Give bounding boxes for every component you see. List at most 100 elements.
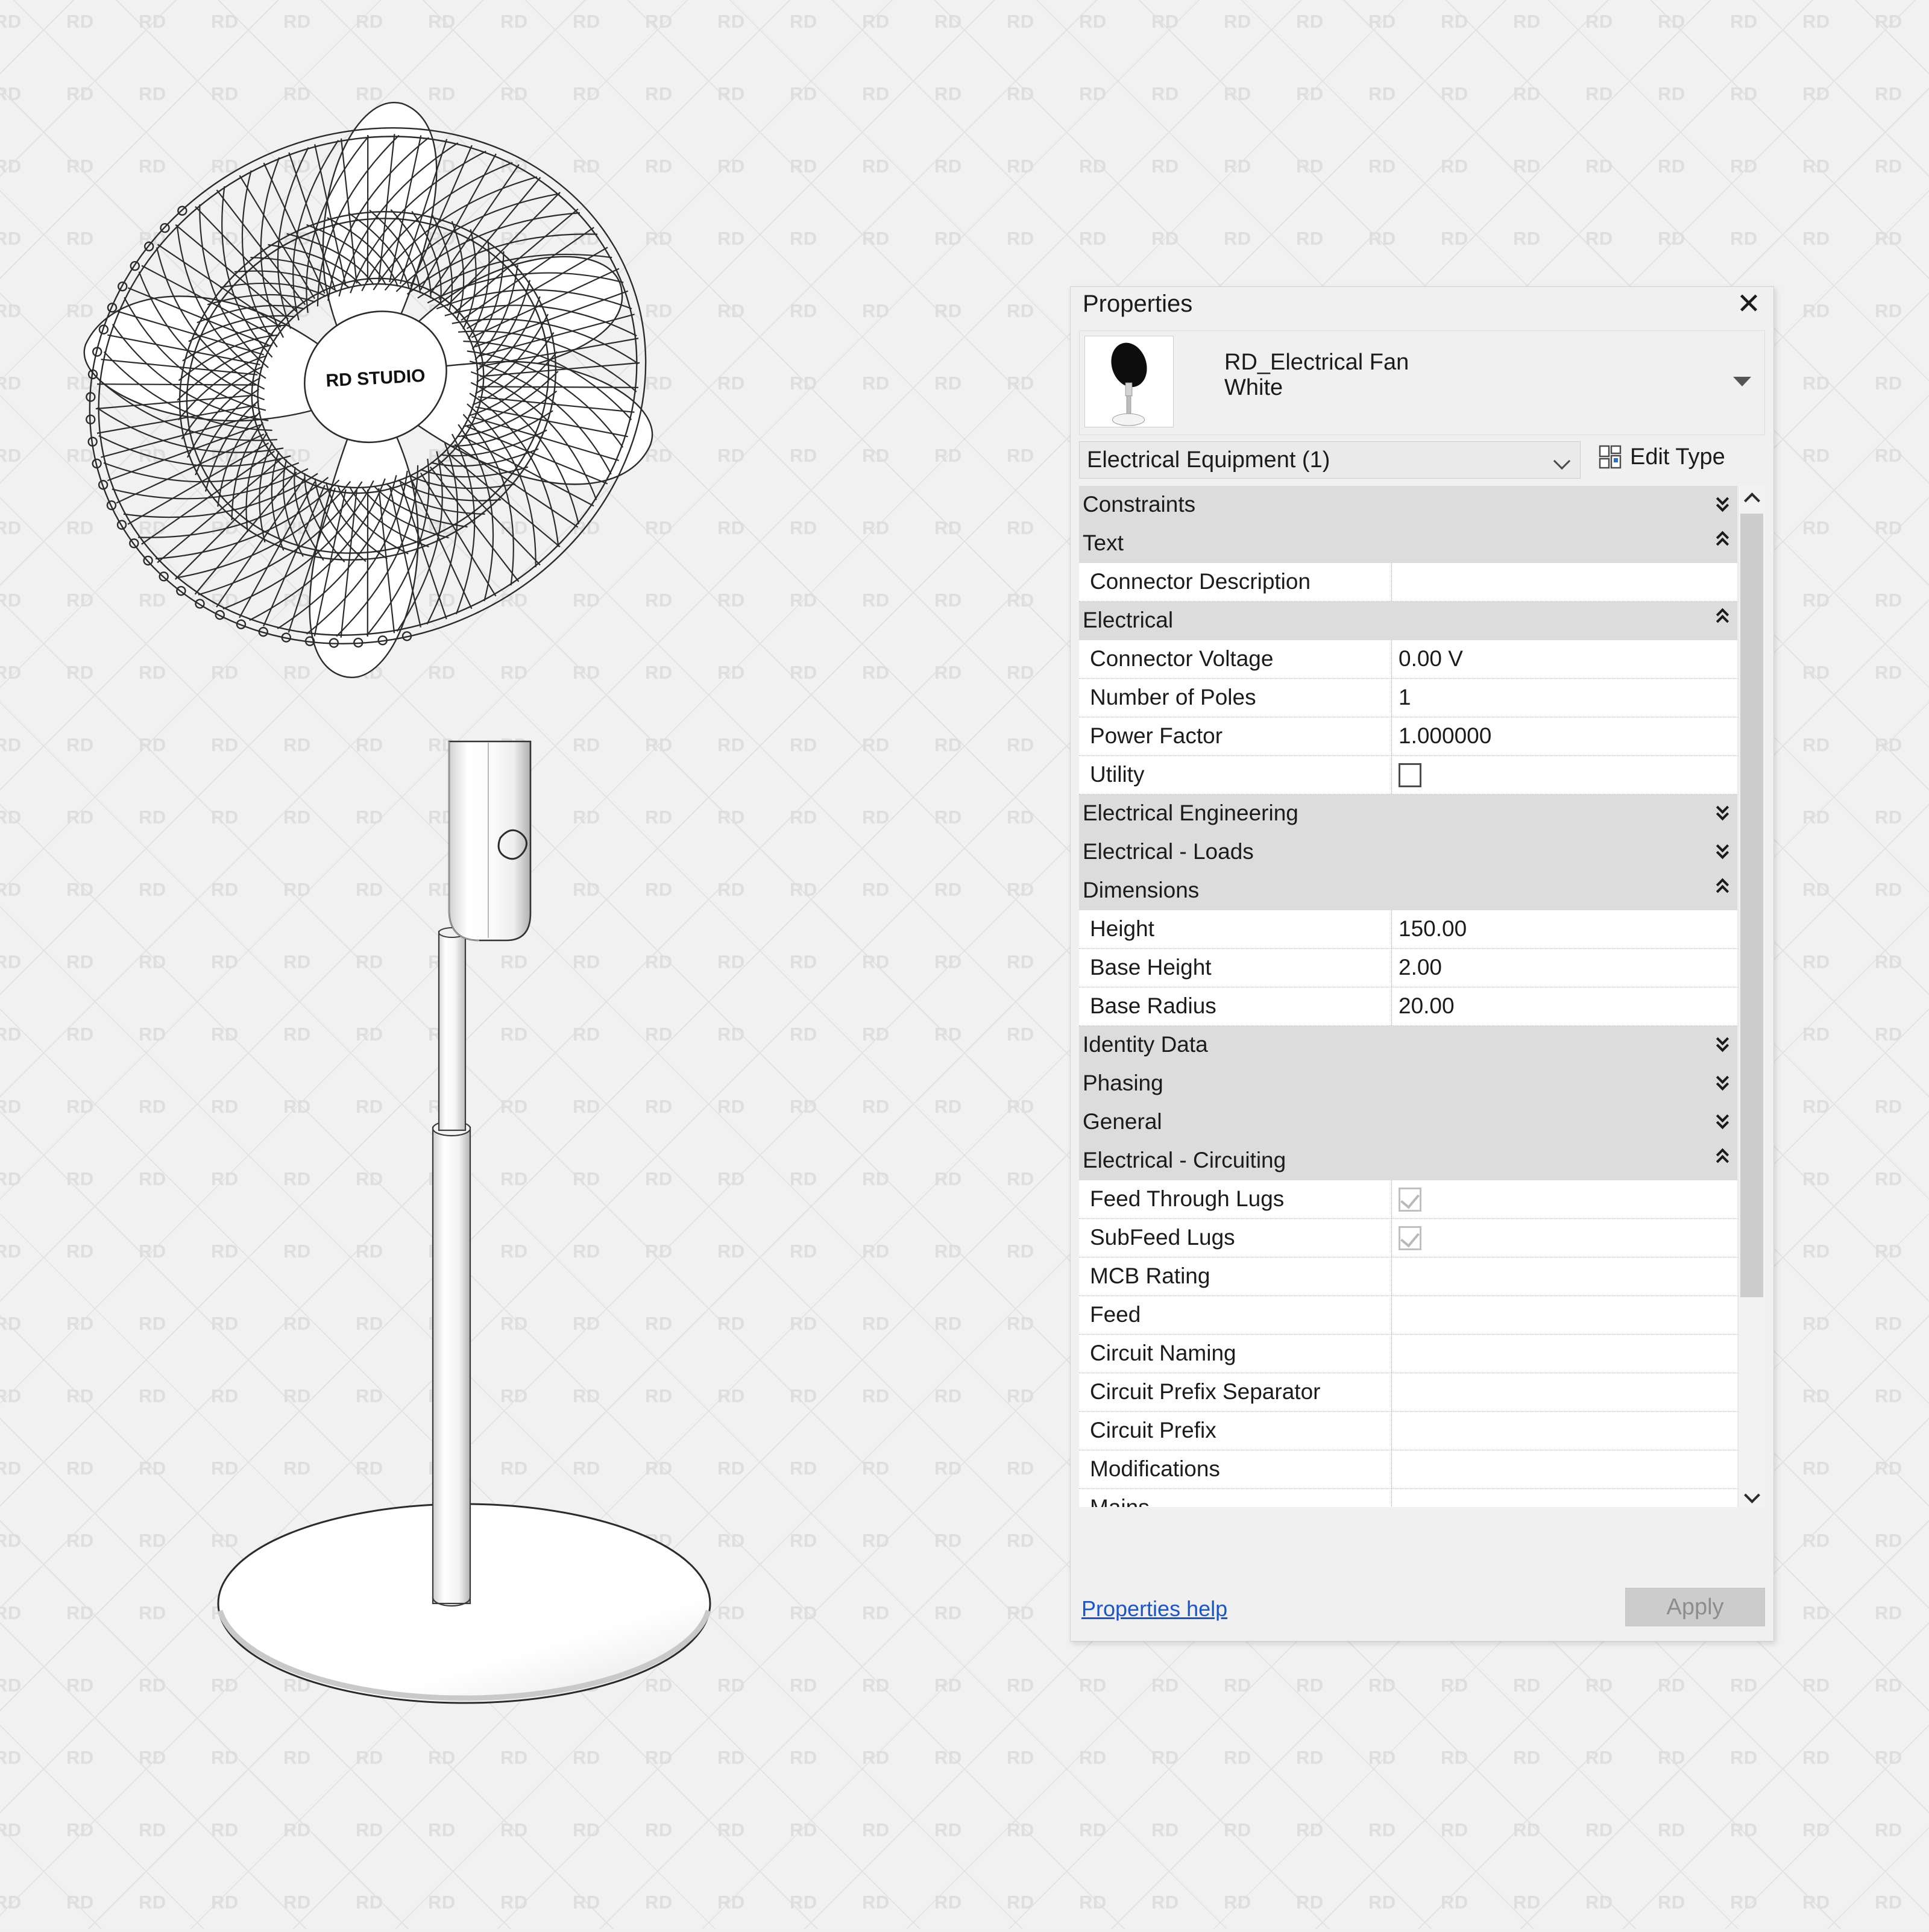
table-row[interactable]: Power Factor 1.000000: [1079, 717, 1737, 756]
group-toggle-icon[interactable]: [1717, 1034, 1732, 1053]
property-label: Power Factor: [1090, 723, 1223, 748]
page-title: Properties: [1083, 291, 1193, 317]
table-row[interactable]: Base Radius 20.00: [1079, 987, 1737, 1026]
chevron-down-icon: [1556, 454, 1570, 468]
type-family-name: RD_Electrical Fan: [1224, 350, 1409, 375]
type-selector-row: Electrical Equipment (1) Edit Type: [1079, 441, 1765, 482]
column-divider: [1391, 563, 1392, 601]
type-name: RD_Electrical Fan White: [1224, 350, 1409, 401]
table-row[interactable]: SubFeed Lugs: [1079, 1219, 1737, 1257]
property-group-header[interactable]: Dimensions: [1079, 872, 1737, 910]
property-group-label: Identity Data: [1083, 1032, 1208, 1057]
property-label: Base Radius: [1090, 993, 1216, 1018]
edit-type-label: Edit Type: [1630, 444, 1725, 470]
table-row[interactable]: MCB Rating: [1079, 1257, 1737, 1296]
group-toggle-icon[interactable]: [1717, 842, 1732, 860]
property-group-label: Electrical - Circuiting: [1083, 1148, 1286, 1172]
properties-scrollbar[interactable]: [1738, 486, 1765, 1507]
property-checkbox[interactable]: [1399, 763, 1421, 787]
property-group-header[interactable]: Electrical - Circuiting: [1079, 1142, 1737, 1180]
type-selector-dropdown[interactable]: Electrical Equipment (1): [1079, 441, 1581, 479]
table-row[interactable]: Connector Voltage 0.00 V: [1079, 640, 1737, 679]
property-group-label: Phasing: [1083, 1071, 1163, 1095]
chevron-up-icon[interactable]: [1739, 486, 1765, 512]
property-group-header[interactable]: Text: [1079, 524, 1737, 563]
group-toggle-icon[interactable]: [1717, 803, 1732, 821]
property-label: Connector Description: [1090, 569, 1311, 594]
property-label: Height: [1090, 916, 1154, 941]
table-row[interactable]: Base Height 2.00: [1079, 949, 1737, 987]
column-divider: [1391, 1412, 1392, 1450]
property-value: 2.00: [1399, 955, 1443, 980]
property-label: MCB Rating: [1090, 1263, 1210, 1288]
group-toggle-icon[interactable]: [1717, 1150, 1732, 1168]
property-group-header[interactable]: Electrical - Loads: [1079, 833, 1737, 872]
type-thumbnail: [1084, 336, 1174, 427]
group-toggle-icon[interactable]: [1717, 880, 1732, 898]
table-row[interactable]: Number of Poles 1: [1079, 679, 1737, 717]
table-row[interactable]: Modifications: [1079, 1450, 1737, 1489]
column-divider: [1391, 949, 1392, 987]
type-selector-value: Electrical Equipment (1): [1087, 447, 1330, 473]
column-divider: [1391, 1373, 1392, 1411]
group-toggle-icon[interactable]: [1717, 610, 1732, 628]
column-divider: [1391, 1450, 1392, 1488]
property-group-label: Dimensions: [1083, 878, 1200, 902]
check-tick-icon: [1400, 1227, 1420, 1248]
group-toggle-icon[interactable]: [1717, 494, 1732, 512]
type-preview-area: RD_Electrical Fan White: [1079, 330, 1765, 435]
column-divider: [1391, 1489, 1392, 1507]
properties-help-link[interactable]: Properties help: [1081, 1596, 1227, 1622]
chevron-down-icon[interactable]: [1733, 377, 1751, 386]
property-value: 20.00: [1399, 993, 1455, 1018]
edit-type-button[interactable]: Edit Type: [1597, 444, 1725, 470]
property-group-header[interactable]: Electrical Engineering: [1079, 795, 1737, 833]
property-label: SubFeed Lugs: [1090, 1225, 1235, 1250]
table-row[interactable]: Circuit Prefix: [1079, 1412, 1737, 1450]
property-checkbox[interactable]: [1399, 1226, 1421, 1250]
table-row[interactable]: Connector Description: [1079, 563, 1737, 602]
scrollbar-thumb[interactable]: [1740, 514, 1763, 1297]
property-label: Connector Voltage: [1090, 646, 1274, 671]
type-variant-name: White: [1224, 374, 1283, 400]
property-group-header[interactable]: Constraints: [1079, 486, 1737, 524]
property-value: 150.00: [1399, 916, 1467, 941]
edit-type-icon: [1599, 445, 1622, 469]
table-row[interactable]: Mains: [1079, 1489, 1737, 1507]
column-divider: [1391, 640, 1392, 678]
column-divider: [1391, 987, 1392, 1025]
group-toggle-icon[interactable]: [1717, 1073, 1732, 1091]
property-checkbox[interactable]: [1399, 1188, 1421, 1212]
group-toggle-icon[interactable]: [1717, 533, 1732, 551]
apply-button[interactable]: Apply: [1625, 1588, 1765, 1626]
property-label: Base Height: [1090, 955, 1212, 980]
properties-titlebar: Properties ✕: [1071, 287, 1773, 324]
properties-panel: Properties ✕ RD_Electrical Fan White Ele…: [1070, 286, 1774, 1641]
properties-footer: Properties help Apply: [1071, 1583, 1773, 1641]
property-group-header[interactable]: Phasing: [1079, 1065, 1737, 1103]
property-group-label: General: [1083, 1109, 1162, 1134]
property-group-label: Constraints: [1083, 492, 1196, 517]
group-toggle-icon[interactable]: [1717, 1112, 1732, 1130]
column-divider: [1391, 910, 1392, 948]
table-row[interactable]: Feed Through Lugs: [1079, 1180, 1737, 1219]
property-group-header[interactable]: Identity Data: [1079, 1026, 1737, 1065]
table-row[interactable]: Height 150.00: [1079, 910, 1737, 949]
property-group-header[interactable]: Electrical: [1079, 602, 1737, 640]
chevron-down-icon[interactable]: [1739, 1480, 1765, 1507]
check-tick-icon: [1400, 1189, 1420, 1209]
table-row[interactable]: Feed: [1079, 1296, 1737, 1335]
property-value: 0.00 V: [1399, 646, 1463, 671]
property-group-label: Electrical - Loads: [1083, 839, 1254, 864]
table-row[interactable]: Circuit Prefix Separator: [1079, 1373, 1737, 1412]
column-divider: [1391, 679, 1392, 717]
property-group-header[interactable]: General: [1079, 1103, 1737, 1142]
close-icon[interactable]: ✕: [1732, 288, 1765, 321]
table-row[interactable]: Circuit Naming: [1079, 1335, 1737, 1373]
property-label: Utility: [1090, 762, 1145, 787]
property-value: 1.000000: [1399, 723, 1492, 748]
table-row[interactable]: Utility: [1079, 756, 1737, 795]
property-group-label: Text: [1083, 530, 1124, 555]
property-group-label: Electrical: [1083, 608, 1174, 632]
property-label: Circuit Prefix: [1090, 1418, 1216, 1443]
